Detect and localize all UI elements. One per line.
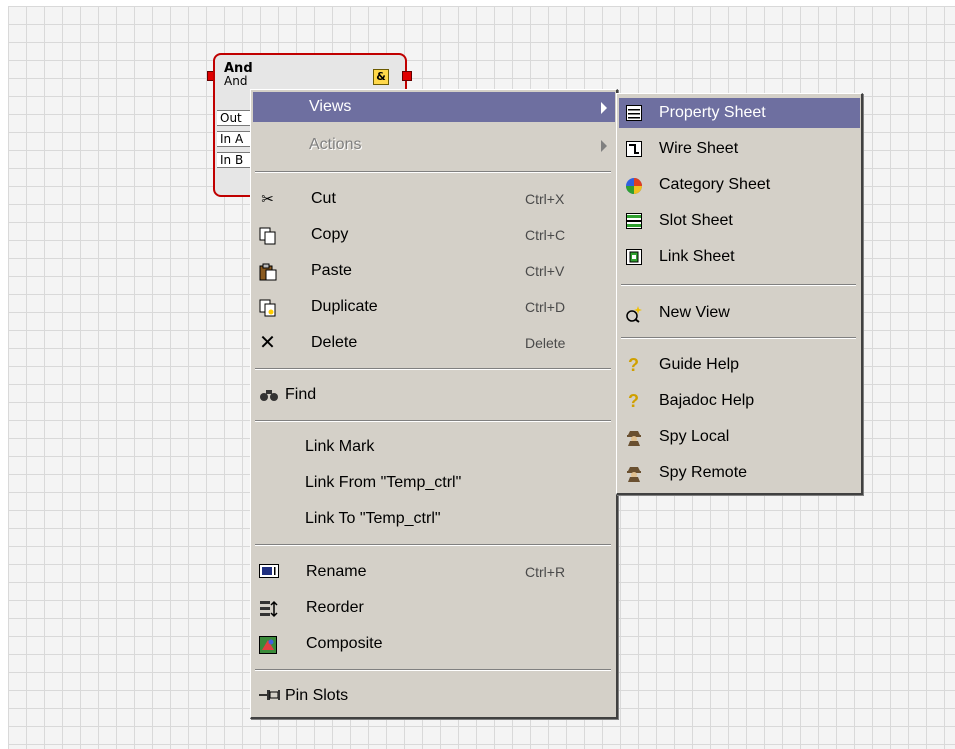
submenu-item-label: Link Sheet [659, 248, 735, 265]
slot-sheet-icon [625, 213, 642, 230]
submenu-item-label: New View [659, 304, 730, 321]
menu-item-actions[interactable]: Actions [253, 130, 615, 160]
duplicate-icon [259, 299, 276, 317]
menu-item-link-from[interactable]: Link From "Temp_ctrl" [253, 468, 615, 498]
rename-icon [259, 564, 279, 581]
menu-separator [255, 368, 611, 370]
submenu-item-wire-sheet[interactable]: Wire Sheet [619, 134, 860, 164]
menu-item-paste[interactable]: Paste Ctrl+V [253, 256, 615, 286]
menu-item-label: Copy [311, 226, 349, 243]
menu-separator [621, 337, 856, 339]
submenu-arrow-icon [601, 140, 607, 152]
submenu-item-new-view[interactable]: New View [619, 298, 860, 328]
menu-separator [255, 171, 611, 173]
menu-item-cut[interactable]: ✂ Cut Ctrl+X [253, 184, 615, 214]
output-port[interactable] [402, 71, 412, 81]
submenu-item-label: Guide Help [659, 356, 740, 373]
menu-item-label: Cut [311, 190, 336, 207]
wire-sheet-icon [625, 141, 642, 158]
and-gate-icon: & [373, 69, 389, 85]
shortcut: Ctrl+C [525, 227, 566, 243]
menu-separator [255, 544, 611, 546]
submenu-item-spy-local[interactable]: Spy Local [619, 422, 860, 452]
new-view-icon [625, 305, 642, 323]
menu-separator [255, 669, 611, 671]
submenu-item-bajadoc-help[interactable]: ? Bajadoc Help [619, 386, 860, 416]
reorder-icon [259, 600, 278, 618]
category-sheet-icon [625, 177, 642, 194]
menu-item-link-to[interactable]: Link To "Temp_ctrl" [253, 504, 615, 534]
menu-item-label: Pin Slots [285, 687, 349, 704]
component-subtitle: And [224, 74, 248, 88]
property-sheet-icon [625, 105, 642, 122]
spy-icon [625, 465, 642, 482]
submenu-item-label: Wire Sheet [659, 140, 739, 157]
shortcut: Delete [525, 335, 566, 351]
menu-item-copy[interactable]: Copy Ctrl+C [253, 220, 615, 250]
help-icon: ? [628, 355, 639, 375]
submenu-item-link-sheet[interactable]: Link Sheet [619, 242, 860, 272]
menu-item-pin-slots[interactable]: Pin Slots [253, 681, 615, 711]
shortcut: Ctrl+V [525, 263, 565, 279]
link-sheet-icon [625, 249, 642, 266]
menu-item-label: Find [285, 386, 317, 403]
views-submenu: Property Sheet Wire Sheet Category Sheet… [616, 93, 863, 495]
scissors-icon: ✂ [261, 191, 274, 208]
menu-item-views[interactable]: Views [253, 92, 615, 122]
submenu-item-label: Category Sheet [659, 176, 771, 193]
menu-separator [255, 420, 611, 422]
copy-icon [259, 227, 276, 245]
menu-item-label: Paste [311, 262, 352, 279]
submenu-item-property-sheet[interactable]: Property Sheet [619, 98, 860, 128]
menu-item-label: Link From "Temp_ctrl" [305, 474, 462, 491]
pin-icon [259, 688, 280, 705]
menu-item-label: Duplicate [311, 298, 378, 315]
submenu-item-slot-sheet[interactable]: Slot Sheet [619, 206, 860, 236]
menu-item-label: Composite [306, 635, 383, 652]
binoculars-icon [259, 387, 278, 404]
shortcut: Ctrl+D [525, 299, 566, 315]
menu-item-label: Rename [306, 563, 367, 580]
help-icon: ? [628, 391, 639, 411]
shortcut: Ctrl+X [525, 191, 565, 207]
menu-item-rename[interactable]: Rename Ctrl+R [253, 557, 615, 587]
menu-item-label: Delete [311, 334, 358, 351]
menu-item-reorder[interactable]: Reorder [253, 593, 615, 623]
submenu-item-label: Bajadoc Help [659, 392, 755, 409]
menu-item-composite[interactable]: Composite [253, 629, 615, 659]
submenu-item-label: Spy Local [659, 428, 730, 445]
composite-icon [259, 636, 277, 654]
menu-item-find[interactable]: Find [253, 380, 615, 410]
submenu-item-guide-help[interactable]: ? Guide Help [619, 350, 860, 380]
submenu-item-spy-remote[interactable]: Spy Remote [619, 458, 860, 488]
submenu-arrow-icon [601, 102, 607, 114]
delete-x-icon: ✕ [259, 332, 276, 354]
submenu-item-label: Spy Remote [659, 464, 748, 481]
context-menu: Views Actions ✂ Cut Ctrl+X Copy Ctrl+C P… [250, 89, 618, 719]
paste-icon [259, 263, 277, 281]
submenu-item-category-sheet[interactable]: Category Sheet [619, 170, 860, 200]
menu-item-label: Link Mark [305, 438, 375, 455]
spy-icon [625, 429, 642, 446]
menu-item-delete[interactable]: ✕ Delete Delete [253, 328, 615, 358]
menu-item-label: Reorder [306, 599, 364, 616]
shortcut: Ctrl+R [525, 564, 566, 580]
menu-item-link-mark[interactable]: Link Mark [253, 432, 615, 462]
menu-separator [621, 284, 856, 286]
menu-item-duplicate[interactable]: Duplicate Ctrl+D [253, 292, 615, 322]
submenu-item-label: Slot Sheet [659, 212, 733, 229]
menu-item-label: Actions [309, 136, 362, 153]
menu-item-label: Link To "Temp_ctrl" [305, 510, 441, 527]
submenu-item-label: Property Sheet [659, 104, 766, 121]
menu-item-label: Views [309, 98, 352, 115]
